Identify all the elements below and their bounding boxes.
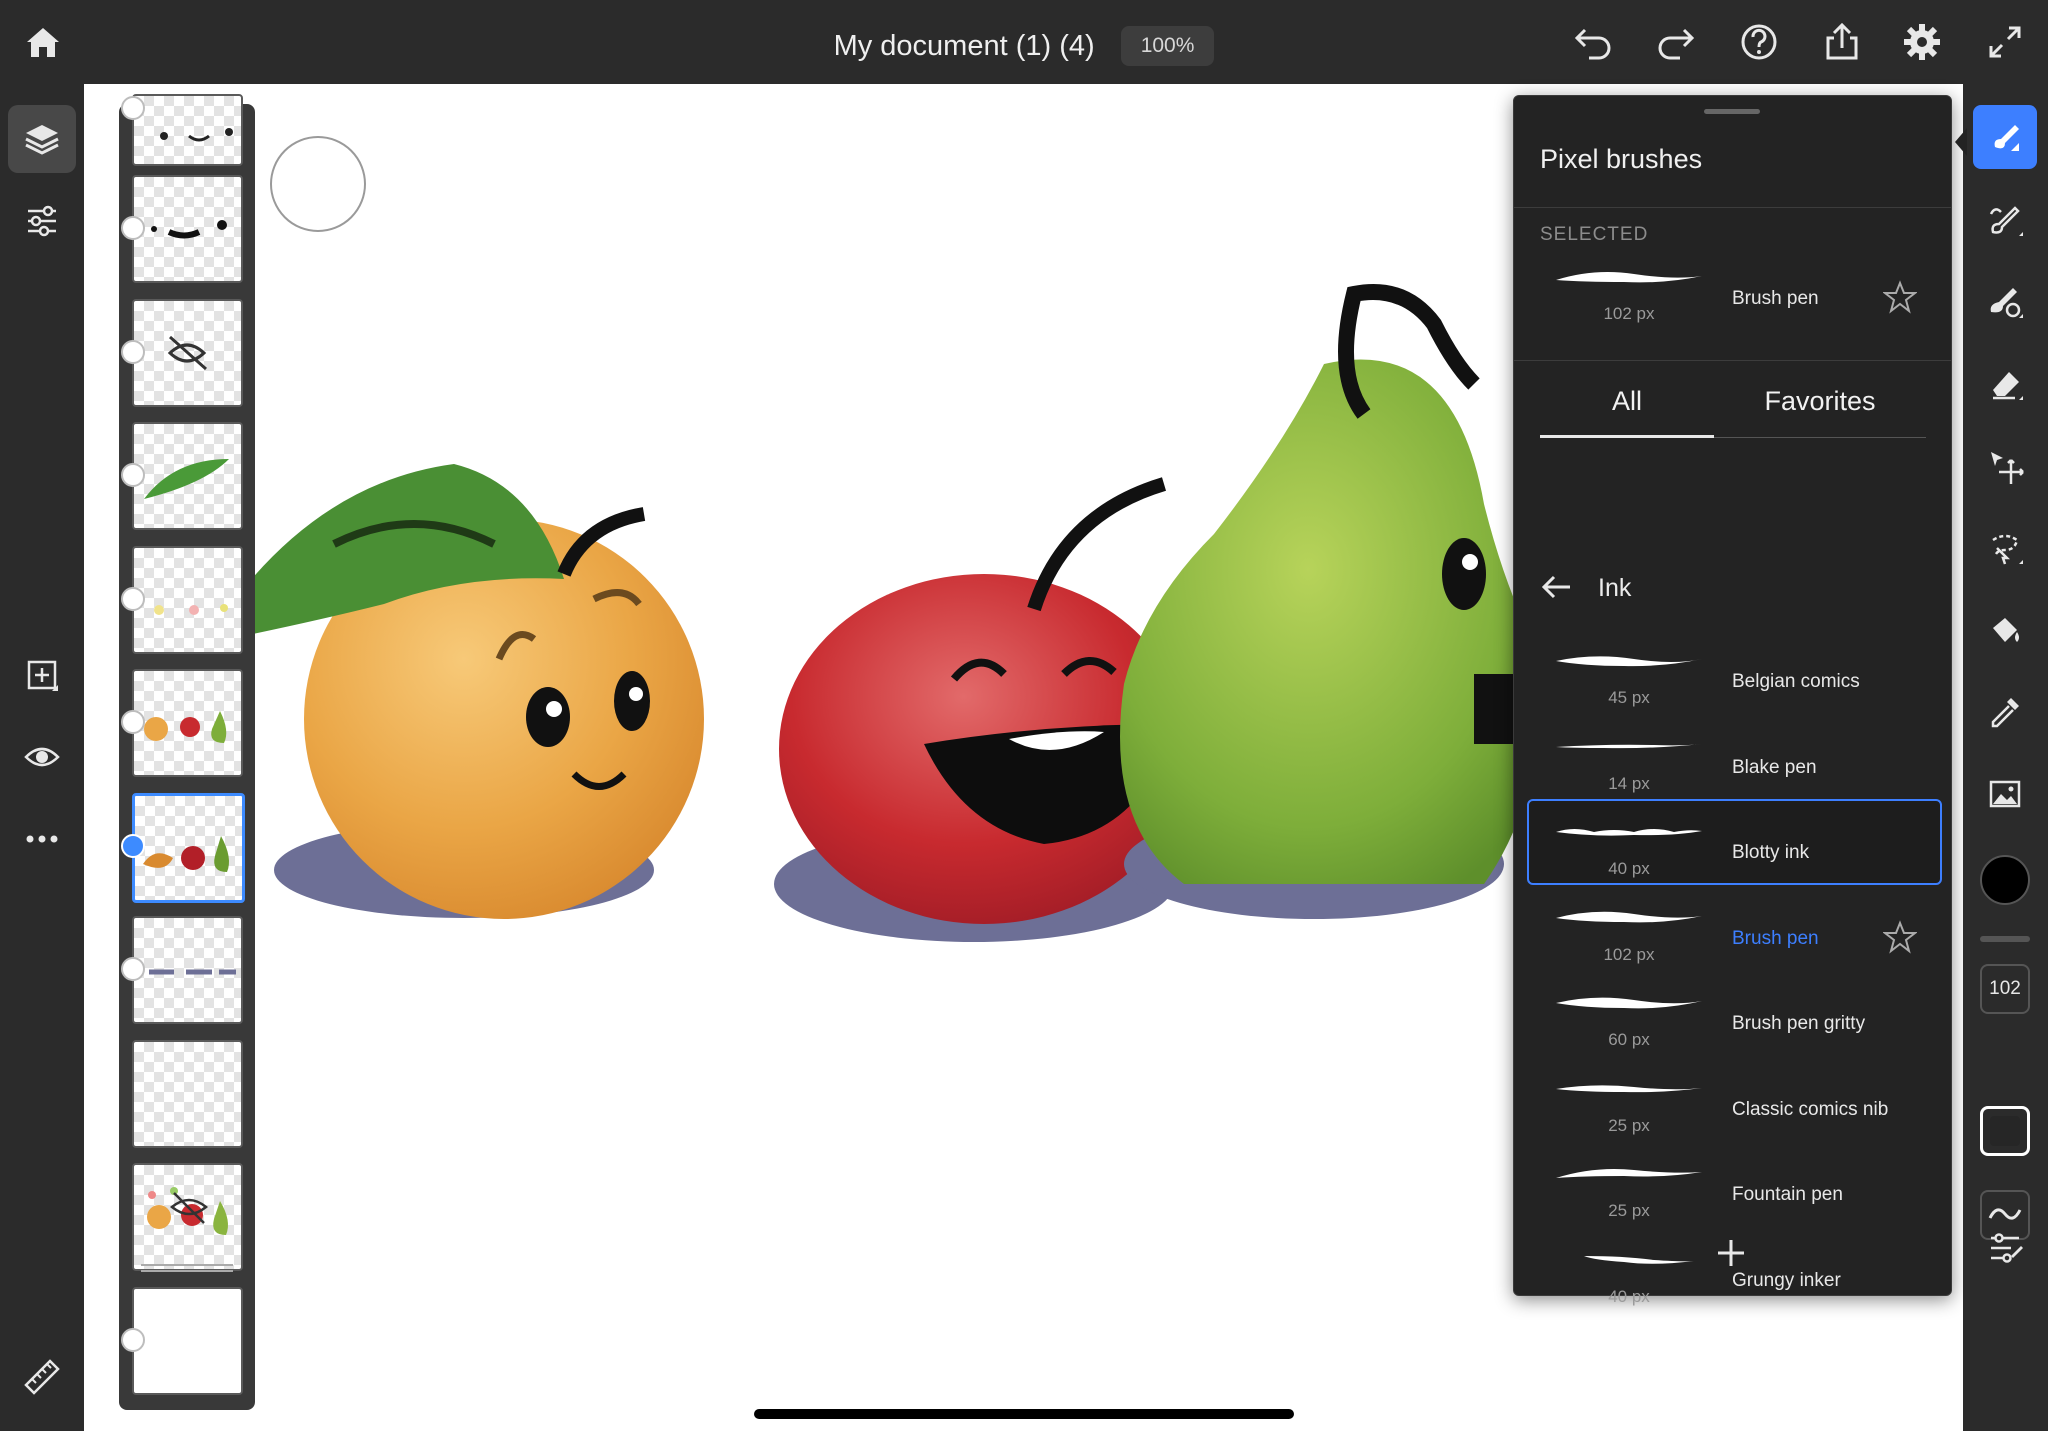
brush-size: 102 px [1603, 944, 1655, 964]
brush-stroke-preview [1556, 656, 1702, 667]
layer-mask-icon[interactable] [121, 587, 145, 611]
layer-mask-icon[interactable] [121, 710, 145, 734]
image-icon[interactable] [1973, 762, 2037, 826]
brush-size: 45 px [1608, 688, 1650, 707]
fill-icon[interactable] [1973, 598, 2037, 662]
transform-icon[interactable] [1973, 434, 2037, 498]
pear-character [1120, 284, 1539, 919]
brush-name: Blotty ink [1732, 842, 1810, 863]
brush-name: Classic comics nib [1732, 1098, 1889, 1120]
eyedropper-icon[interactable] [1973, 680, 2037, 744]
brush-stroke-preview [1556, 743, 1702, 748]
layers-panel [119, 94, 255, 1410]
brush-stroke-preview [1584, 1255, 1694, 1264]
layer-thumbnail-selected[interactable] [132, 793, 245, 903]
brush-size: 25 px [1608, 1115, 1650, 1135]
image-layer-icon[interactable] [121, 1328, 145, 1352]
brush-stroke-preview [1556, 1169, 1702, 1178]
visibility-icon[interactable] [8, 723, 76, 791]
favorite-star-icon[interactable] [1883, 919, 1917, 954]
brush-name: Brush pen gritty [1732, 1013, 1866, 1034]
layer-thumbnail[interactable] [132, 546, 243, 654]
color-swatch[interactable] [1980, 855, 2030, 905]
layer-thumbnail[interactable] [132, 669, 243, 777]
orange-character [204, 464, 704, 919]
layer-mask-icon[interactable] [121, 216, 145, 240]
brush-row[interactable]: 25 px Fountain pen [1514, 1154, 1951, 1234]
layer-thumbnail[interactable] [132, 422, 243, 530]
size-slider-track[interactable] [1980, 936, 2030, 942]
redo-icon[interactable] [1654, 20, 1698, 64]
layer-divider [141, 1264, 233, 1266]
left-toolbar [0, 84, 84, 1431]
home-indicator [754, 1409, 1294, 1419]
opacity-swatch[interactable] [1980, 1106, 2030, 1156]
layer-thumbnail[interactable] [132, 1040, 243, 1148]
layer-thumbnail[interactable] [132, 1163, 243, 1271]
lasso-icon[interactable] [1973, 516, 2037, 580]
brush-size-value[interactable]: 102 [1980, 964, 2030, 1014]
layer-mask-icon[interactable] [121, 96, 145, 120]
mixer-brush-icon[interactable] [1973, 270, 2037, 334]
brush-stroke-preview [1556, 997, 1702, 1009]
brush-row[interactable]: 14 px Blake pen [1514, 727, 1951, 807]
brush-settings-icon[interactable] [1973, 1214, 2037, 1278]
live-brush-icon[interactable] [1973, 188, 2037, 252]
layer-mask-icon[interactable] [121, 957, 145, 981]
brush-stroke-preview [1556, 829, 1702, 836]
adjustments-icon[interactable] [8, 187, 76, 255]
more-icon[interactable] [8, 805, 76, 873]
brush-cursor [270, 136, 366, 232]
help-icon[interactable] [1737, 20, 1781, 64]
brush-row[interactable]: 60 px Brush pen gritty [1514, 983, 1951, 1063]
pixel-brush-icon[interactable] [1973, 105, 2037, 169]
brush-row[interactable]: 40 px Blotty ink [1514, 812, 1951, 892]
layer-mask-icon[interactable] [121, 340, 145, 364]
brush-name: Grungy inker [1732, 1269, 1841, 1291]
panel-pointer [1955, 128, 1967, 156]
right-toolbar: 102 [1955, 84, 2048, 1431]
layer-mask-icon-selected[interactable] [121, 834, 145, 858]
brush-row[interactable]: 102 px Brush pen [1514, 898, 1951, 978]
fullscreen-icon[interactable] [1983, 20, 2027, 64]
brush-size: 14 px [1608, 773, 1650, 793]
eraser-icon[interactable] [1973, 352, 2037, 416]
layer-thumbnail[interactable] [132, 175, 243, 283]
layer-mask-icon[interactable] [121, 463, 145, 487]
pixel-brushes-panel: Pixel brushes SELECTED 102 px Brush pen … [1513, 95, 1952, 1306]
brush-size: 25 px [1608, 1201, 1650, 1220]
plus-icon[interactable] [1714, 1236, 1748, 1270]
settings-icon[interactable] [1900, 20, 1944, 64]
zoom-level[interactable]: 100% [1120, 26, 1215, 66]
top-bar: My document (1) (4) 100% [0, 0, 2048, 84]
add-layer-icon[interactable] [8, 641, 76, 709]
layer-divider [141, 1270, 233, 1272]
brush-row[interactable]: 25 px Classic comics nib [1514, 1069, 1951, 1149]
layer-thumbnail[interactable] [132, 94, 243, 166]
layers-icon[interactable] [8, 105, 76, 173]
layer-thumbnail[interactable] [132, 916, 243, 1024]
brush-size: 40 px [1608, 1286, 1650, 1306]
background-layer-thumbnail[interactable] [132, 1287, 243, 1395]
undo-icon[interactable] [1571, 20, 1615, 64]
brush-name: Blake pen [1732, 756, 1817, 778]
layer-thumbnail[interactable] [132, 299, 243, 407]
share-icon[interactable] [1820, 20, 1864, 64]
brush-stroke-preview [1556, 911, 1702, 922]
brush-name: Fountain pen [1732, 1184, 1843, 1205]
document-title[interactable]: My document (1) (4) [834, 30, 1095, 63]
brush-row[interactable]: 45 px Belgian comics [1514, 641, 1951, 721]
brush-size: 60 px [1608, 1030, 1650, 1049]
ruler-icon[interactable] [8, 1343, 76, 1411]
brush-name: Belgian comics [1732, 671, 1860, 692]
brush-name: Brush pen [1732, 927, 1819, 949]
brush-stroke-preview [1556, 1084, 1702, 1092]
brush-size: 40 px [1608, 859, 1650, 878]
brush-list: 45 px Belgian comics 14 px Blake pen 40 px Bl… [1514, 96, 1951, 1306]
